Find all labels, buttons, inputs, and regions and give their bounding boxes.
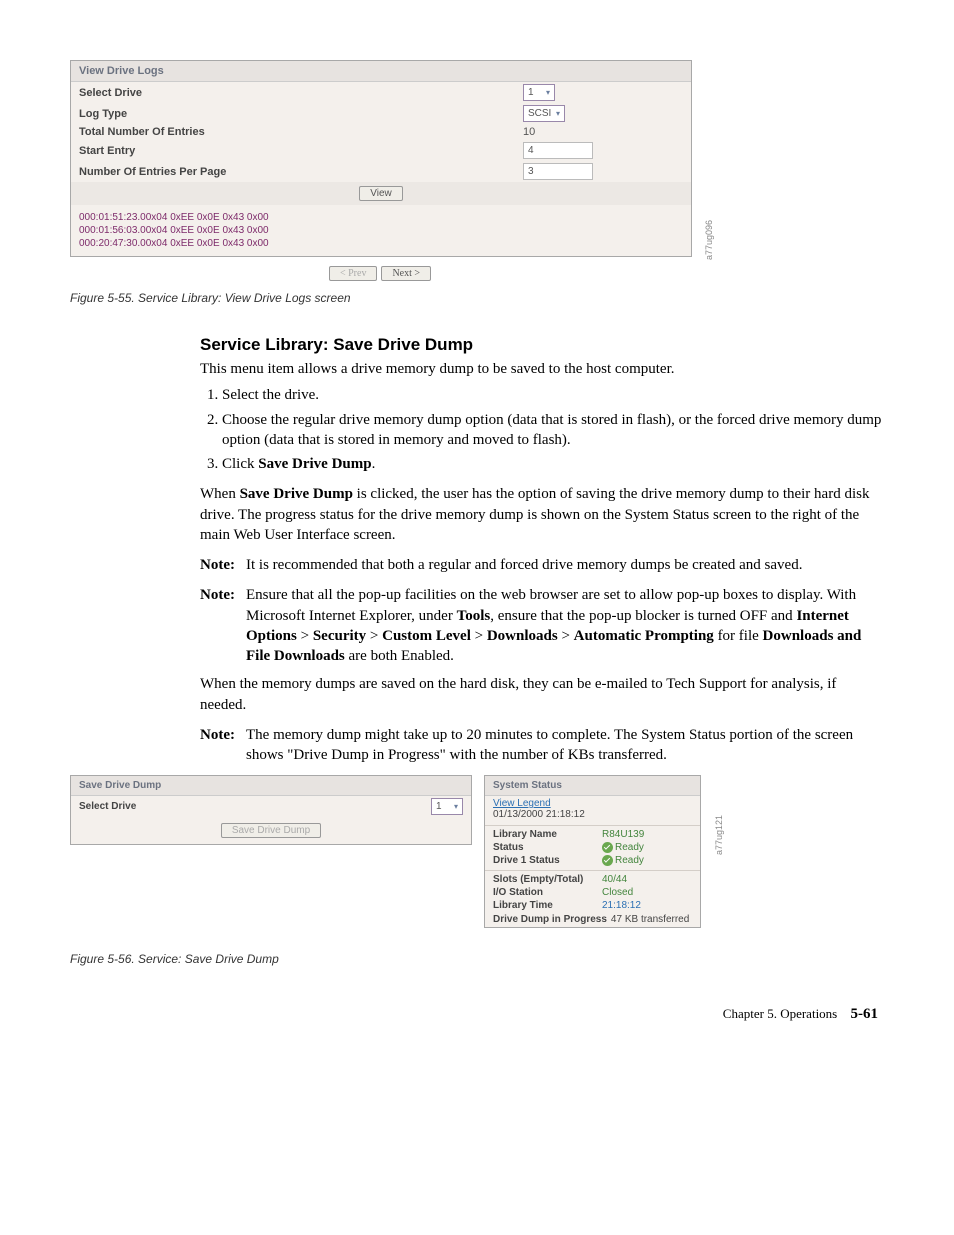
- step-item: Click Save Drive Dump.: [222, 454, 884, 474]
- select-drive-dropdown[interactable]: 1▾: [523, 84, 555, 101]
- start-entry-input[interactable]: 4: [523, 142, 593, 159]
- status-datetime: 01/13/2000 21:18:12: [485, 809, 700, 823]
- figure-caption: Figure 5-56. Service: Save Drive Dump: [70, 952, 884, 966]
- next-button[interactable]: Next >: [381, 266, 431, 281]
- panel-title: View Drive Logs: [71, 61, 691, 82]
- io-station-value: Closed: [602, 887, 692, 898]
- library-time-label: Library Time: [493, 900, 602, 911]
- section-intro: This menu item allows a drive memory dum…: [200, 359, 884, 379]
- figure-code: a77ug096: [704, 220, 714, 260]
- log-type-dropdown[interactable]: SCSI▾: [523, 105, 565, 122]
- log-type-label: Log Type: [79, 108, 523, 120]
- note-block: Note: Ensure that all the pop-up facilit…: [200, 585, 884, 666]
- library-name-label: Library Name: [493, 829, 602, 840]
- log-output: 000:01:51:23.00x04 0xEE 0x0E 0x43 0x00 0…: [71, 205, 691, 256]
- total-entries-value: 10: [523, 126, 683, 138]
- select-drive-label: Select Drive: [79, 801, 431, 812]
- log-line: 000:20:47:30.00x04 0xEE 0x0E 0x43 0x00: [79, 237, 683, 250]
- drive-dump-progress-value: 47 KB transferred: [611, 914, 689, 925]
- check-icon: [602, 855, 613, 866]
- entries-per-page-input[interactable]: 3: [523, 163, 593, 180]
- check-icon: [602, 842, 613, 853]
- drive1-status-label: Drive 1 Status: [493, 855, 602, 866]
- step-item: Choose the regular drive memory dump opt…: [222, 410, 884, 451]
- prev-button[interactable]: < Prev: [329, 266, 377, 281]
- log-line: 000:01:51:23.00x04 0xEE 0x0E 0x43 0x00: [79, 211, 683, 224]
- view-drive-logs-panel: View Drive Logs Select Drive 1▾ Log Type…: [70, 60, 692, 257]
- view-button[interactable]: View: [359, 186, 403, 201]
- steps-list: Select the drive. Choose the regular dri…: [200, 385, 884, 474]
- paragraph: When the memory dumps are saved on the h…: [200, 674, 884, 715]
- panel-title: Save Drive Dump: [71, 776, 471, 796]
- chevron-down-icon: ▾: [454, 799, 458, 814]
- slots-value: 40/44: [602, 874, 692, 885]
- view-legend-link[interactable]: View Legend: [485, 796, 700, 809]
- figure-caption: Figure 5-55. Service Library: View Drive…: [70, 291, 884, 305]
- select-drive-label: Select Drive: [79, 87, 523, 99]
- step-item: Select the drive.: [222, 385, 884, 405]
- save-drive-dump-panel: Save Drive Dump Select Drive 1▾ Save Dri…: [70, 775, 472, 845]
- slots-label: Slots (Empty/Total): [493, 874, 602, 885]
- note-block: Note: The memory dump might take up to 2…: [200, 725, 884, 766]
- select-drive-dropdown[interactable]: 1▾: [431, 798, 463, 815]
- total-entries-label: Total Number Of Entries: [79, 126, 523, 138]
- drive-dump-progress-label: Drive Dump in Progress: [493, 914, 607, 925]
- chevron-down-icon: ▾: [546, 85, 550, 100]
- page-footer: Chapter 5. Operations 5-61: [70, 1006, 884, 1023]
- status-label: Status: [493, 842, 602, 853]
- library-name-value: R84U139: [602, 829, 692, 840]
- log-line: 000:01:56:03.00x04 0xEE 0x0E 0x43 0x00: [79, 224, 683, 237]
- status-value: Ready: [602, 842, 692, 853]
- section-heading: Service Library: Save Drive Dump: [200, 335, 884, 355]
- io-station-label: I/O Station: [493, 887, 602, 898]
- library-time-value: 21:18:12: [602, 900, 692, 911]
- save-drive-dump-button[interactable]: Save Drive Dump: [221, 823, 321, 838]
- paragraph: When Save Drive Dump is clicked, the use…: [200, 484, 884, 545]
- note-block: Note: It is recommended that both a regu…: [200, 555, 884, 575]
- panel-title: System Status: [485, 776, 700, 796]
- figure-code: a77ug121: [714, 815, 724, 855]
- entries-per-page-label: Number Of Entries Per Page: [79, 166, 523, 178]
- drive1-status-value: Ready: [602, 855, 692, 866]
- system-status-panel: System Status View Legend 01/13/2000 21:…: [484, 775, 701, 927]
- chevron-down-icon: ▾: [556, 106, 560, 121]
- start-entry-label: Start Entry: [79, 145, 523, 157]
